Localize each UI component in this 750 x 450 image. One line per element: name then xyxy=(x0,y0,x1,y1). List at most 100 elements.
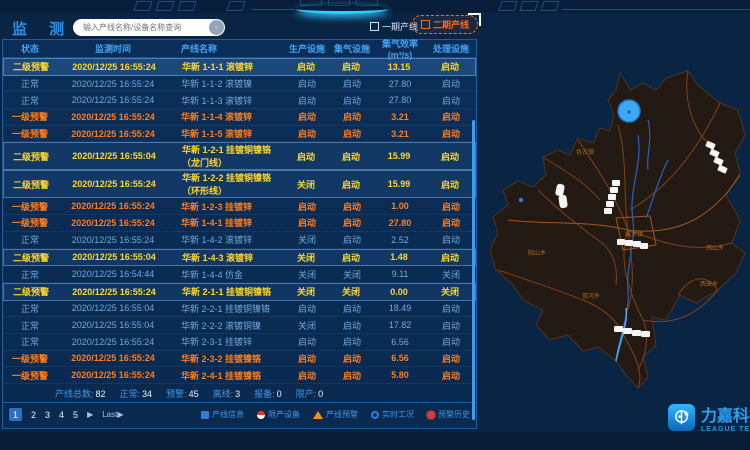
table-cell: 启动 xyxy=(284,94,330,107)
legend-label: 产线预警 xyxy=(326,409,358,420)
table-cell: 关闭 xyxy=(283,251,329,264)
table-cell: 启动 xyxy=(426,233,476,246)
search-button[interactable] xyxy=(209,20,224,35)
table-cell: 华新 1-1-1 滚镀锌 xyxy=(170,60,283,73)
deco-bracket xyxy=(226,1,245,11)
table-cell: 18.49 xyxy=(374,303,426,313)
map-label: 西山乡 xyxy=(706,244,724,252)
table-row[interactable]: 正常2020/12/25 16:54:44华新 1-4-4 仿金关闭关闭9.11… xyxy=(3,266,476,283)
page-button[interactable]: 5 xyxy=(73,410,78,420)
table-cell: 关闭 xyxy=(426,268,476,281)
table-row[interactable]: 一级预警2020/12/25 16:55:24华新 2-3-2 挂镀镍铬启动启动… xyxy=(3,351,476,368)
table-cell: 2020/12/25 16:54:44 xyxy=(57,269,169,279)
table-cell: 华新 1-1-5 滚镀锌 xyxy=(169,127,284,140)
table-cell: 正常 xyxy=(3,268,57,281)
summary-bar: 产线总数:82正常:34预警:45离线:3报备:0限产:0 xyxy=(3,384,476,402)
table-row[interactable]: 正常2020/12/25 16:55:04华新 2-2-2 滚镀铜镍关闭启动17… xyxy=(3,317,476,334)
table-cell: 华新 2-2-2 滚镀铜镍 xyxy=(169,319,284,332)
corner-bracket-icon xyxy=(468,13,481,26)
table-cell: 15.99 xyxy=(373,179,425,189)
table-cell: 2020/12/25 16:55:04 xyxy=(58,151,170,161)
table-cell: 启动 xyxy=(425,150,475,163)
legend-label: 限产设备 xyxy=(268,409,300,420)
table-cell: 启动 xyxy=(425,60,475,73)
table-scrollbar[interactable] xyxy=(472,120,475,420)
table-cell: 3.21 xyxy=(374,112,426,122)
brand-name: 力嘉科技 xyxy=(701,402,750,426)
table-cell: 华新 1-2-2 挂镀铜镍铬（环形线） xyxy=(170,171,283,197)
page-button[interactable]: 3 xyxy=(45,410,50,420)
table-cell: 启动 xyxy=(426,110,476,123)
table-header-row: 状态监测时间产线名称生产设施集气设施集气效率(m³/s)处理设施 xyxy=(3,40,476,58)
table-cell: 一级预警 xyxy=(3,110,57,123)
search-input[interactable] xyxy=(73,23,209,32)
last-page-button[interactable]: Last▶ xyxy=(102,410,123,419)
table-cell: 0.00 xyxy=(373,287,425,297)
table-cell: 启动 xyxy=(284,352,330,365)
table-cell: 5.80 xyxy=(374,370,426,380)
table-cell: 2020/12/25 16:55:04 xyxy=(58,252,170,262)
phase2-label: 二期产线 xyxy=(433,18,469,31)
page-button[interactable]: 2 xyxy=(31,410,36,420)
legend-item-square[interactable]: 产线信息 xyxy=(201,409,244,420)
column-header: 监测时间 xyxy=(57,42,169,55)
legend-item-limit[interactable]: 限产设备 xyxy=(257,409,300,420)
legend-item-gauge[interactable]: 实时工况 xyxy=(371,409,414,420)
table-row[interactable]: 二级预警2020/12/25 16:55:24华新 2-1-1 挂镀铜镍铬关闭关… xyxy=(3,283,476,301)
table-row[interactable]: 一级预警2020/12/25 16:55:24华新 1-2-3 挂镀锌启动启动1… xyxy=(3,198,476,215)
summary-item: 报备:0 xyxy=(254,387,282,400)
table-cell: 华新 1-4-2 滚镀锌 xyxy=(169,233,284,246)
table-row[interactable]: 正常2020/12/25 16:55:04华新 2-2-1 挂镀铜镍铬启动启动1… xyxy=(3,301,476,318)
table-cell: 启动 xyxy=(330,335,374,348)
table-cell: 华新 1-2-3 挂镀锌 xyxy=(169,200,284,213)
page-button[interactable]: 4 xyxy=(59,410,64,420)
table-cell: 正常 xyxy=(3,77,57,90)
table-row[interactable]: 正常2020/12/25 16:55:24华新 2-3-1 挂镀锌启动启动6.5… xyxy=(3,334,476,351)
table-cell: 华新 1-4-4 仿金 xyxy=(169,268,284,281)
page-title: 监 测 xyxy=(12,18,73,39)
table-cell: 启动 xyxy=(330,216,374,229)
next-page-icon[interactable]: ▶ xyxy=(87,410,93,419)
table-row[interactable]: 一级预警2020/12/25 16:55:24华新 1-1-5 滚镀锌启动启动3… xyxy=(3,126,476,143)
table-row[interactable]: 二级预警2020/12/25 16:55:04华新 1-2-1 挂镀铜镍铬（龙门… xyxy=(3,142,476,170)
table-cell: 启动 xyxy=(426,319,476,332)
table-cell: 二级预警 xyxy=(4,285,58,298)
table-cell: 2020/12/25 16:55:24 xyxy=(58,179,170,189)
deco-line xyxy=(252,9,294,10)
table-row[interactable]: 一级预警2020/12/25 16:55:24华新 2-4-1 挂镀镍铬启动启动… xyxy=(3,367,476,384)
table-row[interactable]: 二级预警2020/12/25 16:55:24华新 1-1-1 滚镀锌启动启动1… xyxy=(3,58,476,76)
legend-item-triangle[interactable]: 产线预警 xyxy=(313,409,358,420)
alert-circle-marker[interactable] xyxy=(618,100,640,122)
table-cell: 关闭 xyxy=(330,268,374,281)
table-cell: 启动 xyxy=(426,200,476,213)
table-cell: 启动 xyxy=(284,216,330,229)
map-label: 西来乡 xyxy=(700,281,718,288)
table-row[interactable]: 正常2020/12/25 16:55:24华新 1-4-2 滚镀锌关闭启动2.5… xyxy=(3,232,476,249)
table-row[interactable]: 二级预警2020/12/25 16:55:24华新 1-2-2 挂镀铜镍铬（环形… xyxy=(3,170,476,198)
table-cell: 关闭 xyxy=(329,285,373,298)
table-rows: 二级预警2020/12/25 16:55:24华新 1-1-1 滚镀锌启动启动1… xyxy=(3,58,476,384)
bottom-strip xyxy=(0,432,750,450)
table-cell: 27.80 xyxy=(374,95,426,105)
table-cell: 2020/12/25 16:55:24 xyxy=(57,235,169,245)
table-row[interactable]: 正常2020/12/25 16:55:24华新 1-1-2 滚镀镍启动启动27.… xyxy=(3,76,476,93)
table-cell: 2020/12/25 16:55:24 xyxy=(57,112,169,122)
table-row[interactable]: 一级预警2020/12/25 16:55:24华新 1-1-4 滚镀锌启动启动3… xyxy=(3,109,476,126)
search-box xyxy=(73,19,225,36)
table-cell: 启动 xyxy=(330,369,374,382)
table-cell: 华新 2-3-1 挂镀锌 xyxy=(169,335,284,348)
table-cell: 1.00 xyxy=(374,201,426,211)
table-cell: 启动 xyxy=(284,77,330,90)
table-cell: 一级预警 xyxy=(3,200,57,213)
table-row[interactable]: 二级预警2020/12/25 16:55:04华新 1-4-3 滚镀锌关闭启动1… xyxy=(3,249,476,267)
page-button-active[interactable]: 1 xyxy=(9,408,22,421)
table-row[interactable]: 正常2020/12/25 16:55:24华新 1-1-3 滚镀锌启动启动27.… xyxy=(3,92,476,109)
table-cell: 华新 1-1-3 滚镀锌 xyxy=(169,94,284,107)
legend-item-dot[interactable]: 预警历史 xyxy=(427,409,470,420)
table-cell: 启动 xyxy=(329,150,373,163)
table-cell: 华新 2-1-1 挂镀铜镍铬 xyxy=(170,285,283,298)
table-cell: 关闭 xyxy=(425,285,475,298)
table-row[interactable]: 一级预警2020/12/25 16:55:24华新 1-4-1 挂镀锌启动启动2… xyxy=(3,215,476,232)
table-cell: 2020/12/25 16:55:24 xyxy=(57,370,169,380)
table-cell: 正常 xyxy=(3,335,57,348)
